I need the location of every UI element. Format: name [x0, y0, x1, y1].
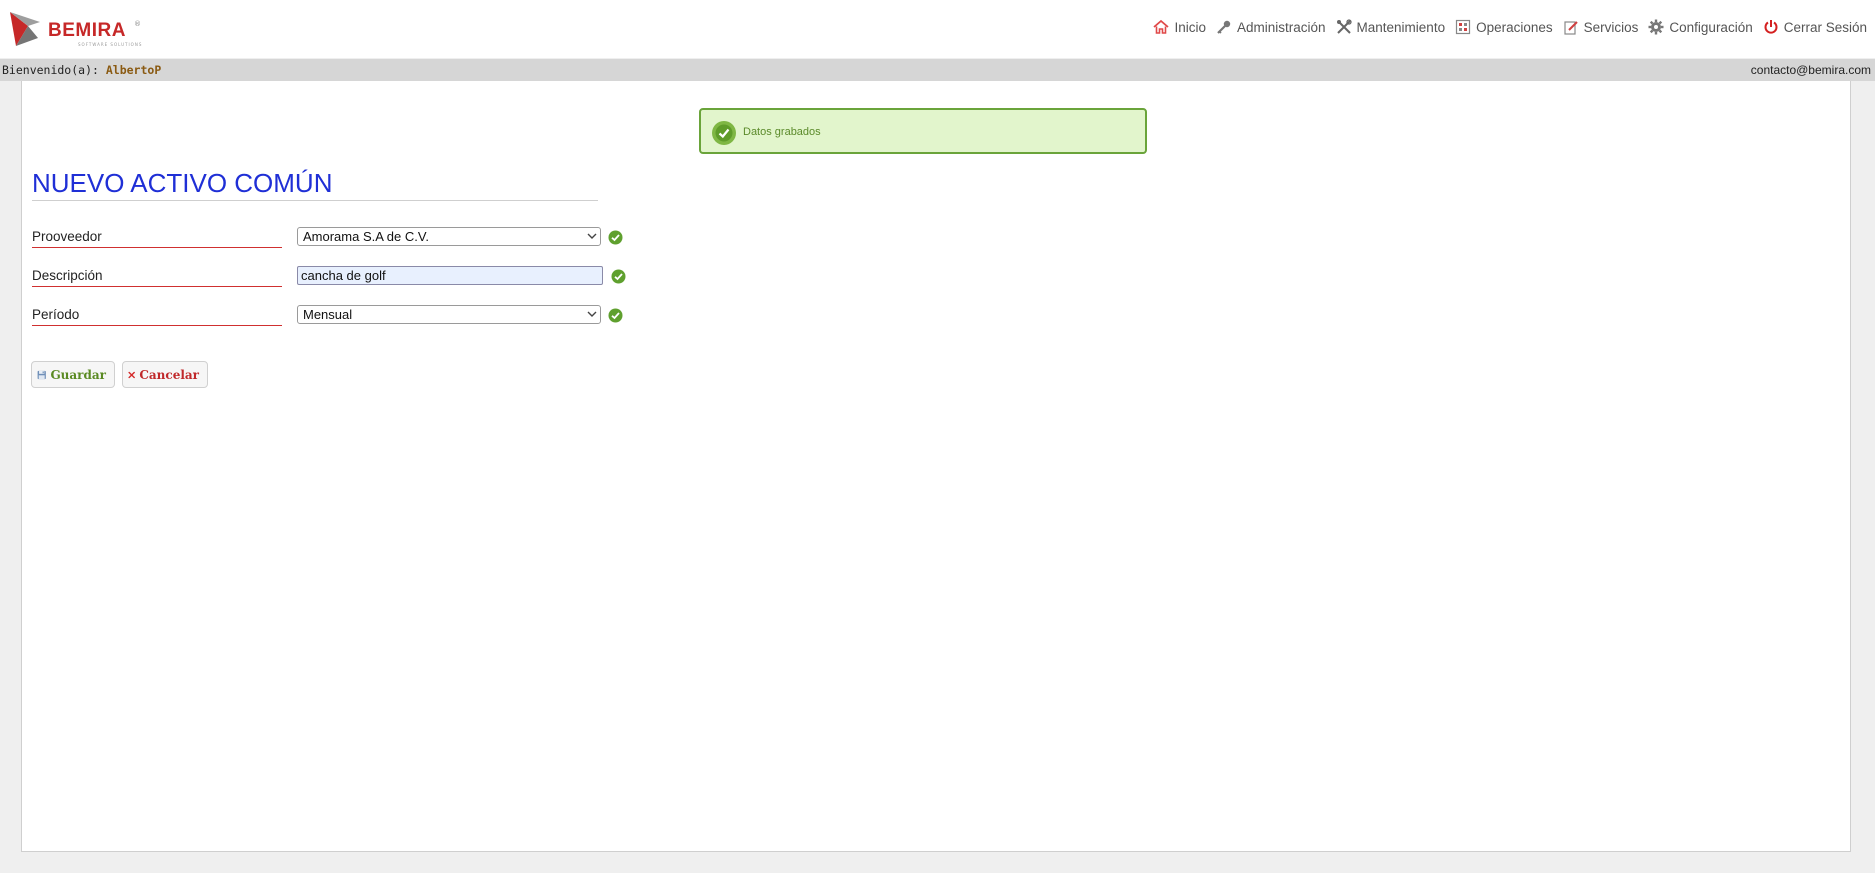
nav-servicios-label: Servicios — [1583, 19, 1639, 35]
save-button[interactable]: Guardar — [31, 361, 115, 388]
nav-operaciones[interactable]: Operaciones — [1455, 19, 1553, 35]
nav-administracion-label: Administración — [1236, 19, 1326, 35]
floppy-disk-icon — [37, 370, 46, 379]
chevron-down-icon — [587, 311, 597, 317]
proveedor-select[interactable]: Amorama S.A de C.V. — [297, 227, 601, 246]
cancel-button-label: Cancelar — [139, 367, 199, 382]
form-row-descripcion: Descripción cancha de golf — [32, 266, 632, 294]
valid-check-icon — [608, 308, 623, 323]
nav-configuracion-label: Configuración — [1669, 19, 1753, 35]
nav-servicios[interactable]: Servicios — [1563, 19, 1639, 35]
cancel-button[interactable]: Cancelar — [122, 361, 208, 388]
contact-email: contacto@bemira.com — [1750, 63, 1871, 77]
descripcion-input[interactable]: cancha de golf — [297, 266, 603, 285]
periodo-select[interactable]: Mensual — [297, 305, 601, 324]
home-icon — [1153, 19, 1170, 34]
bemira-logo-mark-icon — [10, 12, 40, 46]
edit-icon — [1564, 21, 1578, 35]
bemira-logo[interactable]: BEMIRA SOFTWARE SOLUTIONS ® — [8, 6, 148, 50]
header: BEMIRA SOFTWARE SOLUTIONS ® Inicio Admin… — [0, 0, 1875, 58]
valid-check-icon — [611, 269, 626, 284]
valid-check-icon — [608, 230, 623, 245]
logo-tagline: SOFTWARE SOLUTIONS — [78, 42, 143, 47]
page-title: NUEVO ACTIVO COMÚN — [32, 167, 598, 201]
main-nav: Inicio Administración Mantenimiento Oper… — [1143, 16, 1867, 38]
periodo-selected-value: Mensual — [303, 307, 353, 322]
form-row-periodo: Período Mensual — [32, 305, 632, 333]
nav-cerrar-sesion-label: Cerrar Sesión — [1783, 19, 1867, 35]
nav-administracion[interactable]: Administración — [1216, 19, 1326, 35]
logo-wordmark: BEMIRA — [48, 20, 126, 41]
success-alert: Datos grabados — [699, 108, 1147, 154]
registered-mark: ® — [134, 20, 141, 28]
power-icon — [1764, 20, 1778, 34]
nav-mantenimiento[interactable]: Mantenimiento — [1336, 19, 1446, 35]
nav-inicio[interactable]: Inicio — [1153, 19, 1206, 35]
form-row-proveedor: Prooveedor Amorama S.A de C.V. — [32, 227, 632, 255]
save-button-label: Guardar — [50, 367, 106, 382]
proveedor-label: Prooveedor — [32, 229, 282, 248]
check-circle-icon — [712, 121, 736, 145]
tools-icon — [1336, 19, 1352, 34]
descripcion-label: Descripción — [32, 268, 282, 287]
welcome-message: Bienvenido(a): AlbertoP — [2, 63, 161, 77]
periodo-label: Período — [32, 307, 282, 326]
welcome-bar: Bienvenido(a): AlbertoP contacto@bemira.… — [0, 59, 1875, 81]
welcome-username: AlbertoP — [105, 63, 162, 77]
grid-icon — [1455, 19, 1471, 35]
nav-inicio-label: Inicio — [1174, 19, 1206, 35]
alert-message: Datos grabados — [743, 126, 821, 138]
nav-configuracion[interactable]: Configuración — [1648, 19, 1753, 35]
close-icon — [128, 371, 135, 378]
nav-cerrar-sesion[interactable]: Cerrar Sesión — [1763, 19, 1867, 35]
gear-icon — [1648, 19, 1664, 35]
key-icon — [1217, 20, 1231, 34]
main-panel: Datos grabados NUEVO ACTIVO COMÚN Proove… — [21, 81, 1851, 852]
welcome-prefix: Bienvenido(a): — [2, 63, 106, 77]
nav-mantenimiento-label: Mantenimiento — [1356, 19, 1446, 35]
proveedor-selected-value: Amorama S.A de C.V. — [303, 229, 429, 244]
nav-operaciones-label: Operaciones — [1476, 19, 1553, 35]
chevron-down-icon — [587, 233, 597, 239]
